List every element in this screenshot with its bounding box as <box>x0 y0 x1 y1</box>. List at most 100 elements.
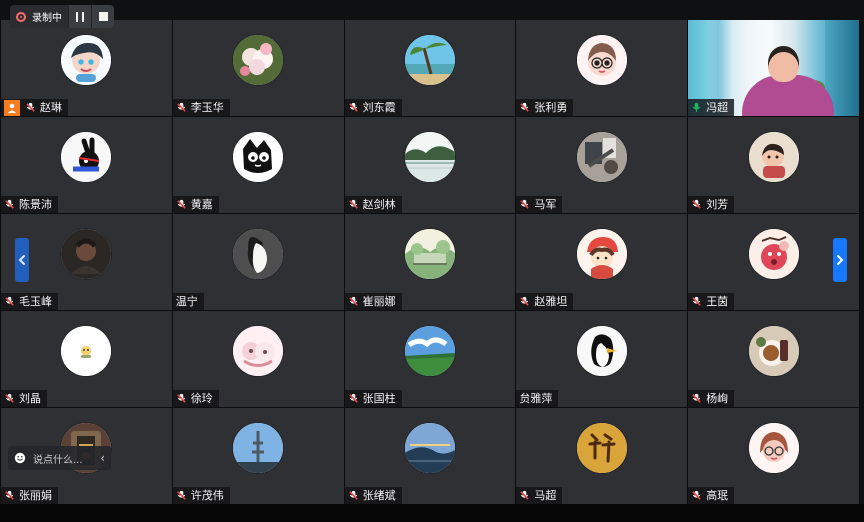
mic-muted-icon <box>691 296 702 307</box>
participant-tile[interactable]: 赵剑林 <box>344 117 516 213</box>
participant-name-tag: 黄嘉 <box>172 196 219 213</box>
participant-tile[interactable]: 赵琳 <box>1 20 172 116</box>
mic-muted-icon <box>348 296 359 307</box>
chevron-left-icon <box>18 255 25 265</box>
pink-cartoon-avatar-icon <box>233 326 284 376</box>
rabbit-cartoon-avatar-icon <box>61 132 112 182</box>
mic-muted-icon <box>348 490 359 501</box>
sunset-avatar-icon <box>404 423 455 473</box>
participant-tile[interactable]: 高珉 <box>688 408 859 504</box>
chevron-left-icon[interactable]: ‹ <box>100 452 105 464</box>
video-conference-window: 赵琳 李玉华 刘东霞 张利勇 冯超 陈景沛 黄嘉 赵剑林 马军 刘芳 毛玉峰 温… <box>0 0 864 522</box>
participant-name-tag: 王茵 <box>688 293 735 310</box>
participant-name-tag: 许茂伟 <box>172 487 230 504</box>
participant-tile[interactable]: 张利勇 <box>516 20 688 116</box>
participant-name-tag: 李玉华 <box>172 99 230 116</box>
video-person-head <box>768 46 800 82</box>
recording-status: 录制中 <box>10 5 68 28</box>
participant-tile[interactable]: 许茂伟 <box>172 408 344 504</box>
participant-name-tag: 高珉 <box>688 487 735 504</box>
participant-tile[interactable]: 张国柱 <box>344 311 516 407</box>
landscape-avatar-icon <box>404 229 455 279</box>
participant-name: 温宁 <box>175 295 198 308</box>
chevron-right-icon <box>837 255 844 265</box>
stop-recording-button[interactable] <box>91 5 114 28</box>
participant-name: 王茵 <box>706 295 729 308</box>
previous-page-button[interactable] <box>15 238 29 282</box>
participant-tile[interactable]: 刘东霞 <box>344 20 516 116</box>
red-character-avatar-icon <box>748 229 799 279</box>
cartoon-girl-avatar-icon <box>576 35 627 85</box>
participant-name: 张丽娟 <box>19 489 52 502</box>
participant-name-tag: 杨峋 <box>688 390 735 407</box>
participant-name: 高珉 <box>706 489 729 502</box>
black-cat-avatar-icon <box>233 132 284 182</box>
participant-name: 刘晶 <box>19 392 41 405</box>
red-hat-girl-avatar-icon <box>576 229 627 279</box>
participant-tile[interactable]: 黄嘉 <box>172 117 344 213</box>
mic-muted-icon <box>519 490 530 501</box>
participant-tile[interactable]: 崔丽娜 <box>344 214 516 310</box>
wall-mural-avatar-icon <box>576 132 627 182</box>
mic-muted-icon <box>691 199 702 210</box>
participant-name-tag: 冯超 <box>688 99 735 116</box>
chat-input[interactable]: 说点什么... ‹ <box>8 446 111 470</box>
participant-name: 毛玉峰 <box>19 295 52 308</box>
video-participant-tile[interactable]: 冯超 <box>688 20 859 116</box>
participant-tile[interactable]: 刘芳 <box>688 117 859 213</box>
participant-name-tag: 张绪斌 <box>344 487 402 504</box>
recording-icon <box>16 11 26 22</box>
penguin-avatar-icon <box>233 229 284 279</box>
participant-tile[interactable]: 杨峋 <box>688 311 859 407</box>
recording-label: 录制中 <box>32 13 62 24</box>
flowers-avatar-icon <box>233 35 284 85</box>
mic-muted-icon <box>4 393 15 404</box>
participant-tile[interactable]: 温宁 <box>172 214 344 310</box>
participant-tile[interactable]: 陈景沛 <box>1 117 172 213</box>
mic-muted-icon <box>519 296 530 307</box>
glasses-girl-avatar-icon <box>748 423 799 473</box>
participant-name: 崔丽娜 <box>362 295 396 308</box>
mic-muted-icon <box>348 393 359 404</box>
participant-tile[interactable]: 赵雅坦 <box>516 214 688 310</box>
lake-trees-avatar-icon <box>404 132 455 182</box>
participant-name-tag: 张利勇 <box>516 99 574 116</box>
participant-name: 冯超 <box>706 101 729 114</box>
participant-tile[interactable]: 贠雅萍 <box>516 311 688 407</box>
beach-palm-avatar-icon <box>404 35 455 85</box>
participant-name-tag: 马军 <box>516 196 563 213</box>
participant-tile[interactable]: 李玉华 <box>172 20 344 116</box>
participant-tile[interactable]: 马军 <box>516 117 688 213</box>
cartoon-boy-avatar-icon <box>61 35 112 85</box>
mic-muted-icon <box>176 199 187 210</box>
participant-name: 徐玲 <box>190 392 213 405</box>
mic-muted-icon <box>348 199 359 210</box>
host-icon <box>4 99 20 116</box>
pause-recording-button[interactable] <box>68 5 91 28</box>
participant-tile[interactable]: 刘晶 <box>1 311 172 407</box>
participant-name-tag: 赵雅坦 <box>516 293 574 310</box>
food-plate-avatar-icon <box>748 326 799 376</box>
participant-name-tag: 刘晶 <box>1 390 47 407</box>
participant-name: 马军 <box>534 198 557 211</box>
participant-name-tag: 陈景沛 <box>1 196 58 213</box>
mic-muted-icon <box>691 490 702 501</box>
participant-name: 贠雅萍 <box>519 392 553 405</box>
participant-name-tag: 毛玉峰 <box>1 293 58 310</box>
participant-name: 张利勇 <box>534 101 568 114</box>
participant-name: 马超 <box>534 489 557 502</box>
participant-name-tag: 温宁 <box>172 293 204 310</box>
participant-name-tag: 崔丽娜 <box>344 293 402 310</box>
participant-tile[interactable]: 张绪斌 <box>344 408 516 504</box>
participant-name: 赵琳 <box>40 101 62 114</box>
sky-field-avatar-icon <box>404 326 455 376</box>
emoji-icon[interactable] <box>14 452 26 464</box>
mic-muted-icon <box>4 490 15 501</box>
participant-tile[interactable]: 徐玲 <box>172 311 344 407</box>
stop-icon <box>98 12 108 21</box>
mic-muted-icon <box>4 199 15 210</box>
participant-name: 李玉华 <box>190 101 224 114</box>
participant-tile[interactable]: 马超 <box>516 408 688 504</box>
next-page-button[interactable] <box>833 238 847 282</box>
participant-name: 杨峋 <box>706 392 729 405</box>
